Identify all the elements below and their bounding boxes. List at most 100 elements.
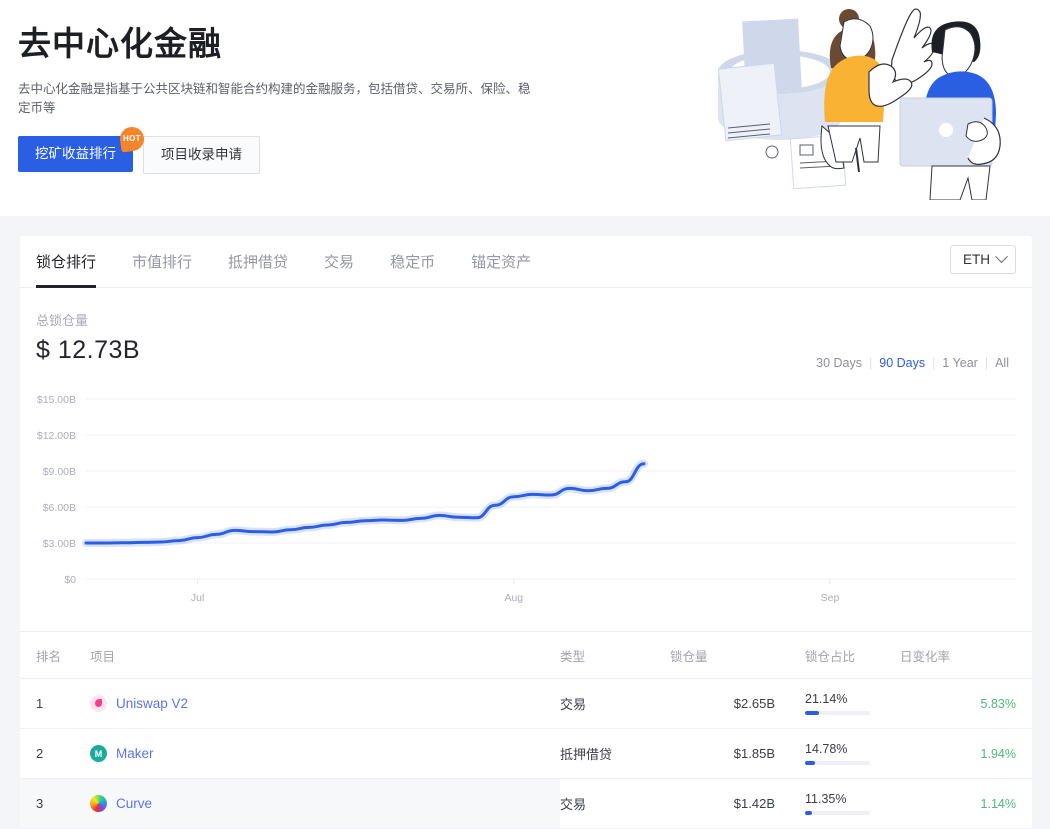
tvl-line	[84, 462, 646, 545]
share-progress-fill	[805, 711, 819, 715]
hero-button-group: 挖矿收益排行 HOT 项目收录申请	[18, 125, 560, 174]
cell-change: 5.83%	[900, 678, 1032, 729]
cell-tvl: $2.65B	[670, 678, 775, 729]
tab-collateral-lending[interactable]: 抵押借贷	[228, 236, 288, 288]
mining-ranking-button[interactable]: 挖矿收益排行 HOT	[18, 125, 146, 172]
x-tick-label: Jul	[191, 592, 204, 604]
share-percent: 21.14%	[805, 692, 848, 706]
hot-badge-icon: HOT	[118, 125, 146, 153]
maker-icon: M	[90, 745, 107, 762]
share-percent: 14.78%	[805, 742, 848, 756]
tab-lockup-ranking-label: 锁仓排行	[36, 254, 97, 271]
y-tick-label: $0	[64, 574, 76, 586]
project-submit-label: 项目收录申请	[161, 147, 242, 162]
tab-collateral-lending-label: 抵押借贷	[228, 254, 289, 271]
cell-share: 14.78%	[775, 728, 900, 779]
cell-type: 交易	[560, 778, 670, 829]
cell-change: 1.14%	[900, 778, 1032, 829]
tab-marketcap-ranking[interactable]: 市值排行	[132, 236, 192, 288]
x-tick-label: Aug	[504, 592, 523, 604]
cell-type: 抵押借贷	[560, 728, 670, 779]
chain-select[interactable]: ETH	[950, 245, 1016, 274]
table-body: 1 Uniswap V2 交易 $2.65B 21.14% 5.83% 2 M Maker 抵押借…	[20, 678, 1032, 829]
share-percent: 11.35%	[805, 792, 847, 806]
tab-marketcap-ranking-label: 市值排行	[132, 254, 193, 271]
share-progress-fill	[805, 811, 813, 815]
tab-lockup-ranking[interactable]: 锁仓排行	[36, 236, 97, 288]
cell-tvl: $1.85B	[670, 728, 775, 779]
y-tick-label: $12.00B	[37, 430, 76, 442]
share-progress-bar	[805, 711, 870, 715]
tvl-line-glow	[82, 459, 648, 547]
cell-rank: 2	[20, 728, 90, 779]
y-tick-label: $9.00B	[43, 466, 76, 478]
col-tvl: 锁仓量	[670, 631, 775, 679]
tab-pegged-assets-label: 锚定资产	[471, 254, 532, 271]
col-project: 项目	[90, 631, 560, 679]
illustration-man	[868, 21, 1001, 201]
cell-share: 11.35%	[775, 778, 900, 829]
hero-illustration	[692, 0, 1042, 201]
project-cell: M Maker	[90, 745, 560, 762]
hero-banner: 去中心化金融 去中心化金融是指基于公共区块链和智能合约构建的金融服务，包括借贷、…	[0, 0, 1050, 216]
project-link[interactable]: Curve	[116, 796, 152, 811]
table-row[interactable]: 3 Curve 交易 $1.42B 11.35% 1.14%	[20, 778, 1032, 829]
ranking-table: 排名 项目 类型 锁仓量 锁仓占比 日变化率 1 Uniswap V2 交易 $2.6…	[20, 631, 1032, 829]
y-tick-label: $6.00B	[43, 502, 76, 514]
mining-ranking-label: 挖矿收益排行	[35, 146, 116, 161]
y-tick-label: $15.00B	[37, 394, 76, 406]
table-head: 排名 项目 类型 锁仓量 锁仓占比 日变化率	[20, 631, 1032, 679]
tvl-chart[interactable]: $0 $3.00B $6.00B $9.00B $12.00B $15.00B Jul Aug…	[20, 377, 1032, 627]
change-value: 5.83%	[980, 697, 1016, 711]
table-row[interactable]: 2 M Maker 抵押借贷 $1.85B 14.78% 1.94%	[20, 728, 1032, 779]
col-share: 锁仓占比	[775, 631, 900, 679]
project-cell: Curve	[90, 795, 560, 812]
range-90-days[interactable]: 90 Days	[872, 356, 932, 370]
cell-rank: 1	[20, 678, 90, 729]
change-value: 1.94%	[980, 747, 1016, 761]
col-change: 日变化率	[900, 631, 1032, 679]
range-selector: 30 Days | 90 Days | 1 Year | All	[809, 356, 1016, 370]
page-description: 去中心化金融是指基于公共区块链和智能合约构建的金融服务，包括借贷、交易所、保险、…	[18, 82, 531, 115]
uniswap-icon	[90, 695, 107, 712]
total-locked-label: 总锁仓量	[36, 313, 89, 328]
hero-text-block: 去中心化金融 去中心化金融是指基于公共区块链和智能合约构建的金融服务，包括借贷、…	[0, 0, 560, 174]
hot-badge-label: HOT	[123, 134, 141, 144]
cell-share: 21.14%	[775, 678, 900, 729]
project-link[interactable]: Uniswap V2	[116, 696, 188, 711]
cell-rank: 3	[20, 778, 90, 829]
table-header-row: 排名 项目 类型 锁仓量 锁仓占比 日变化率	[20, 631, 1032, 679]
cell-tvl: $1.42B	[670, 778, 775, 829]
project-link[interactable]: Maker	[116, 746, 154, 761]
table-row[interactable]: 1 Uniswap V2 交易 $2.65B 21.14% 5.83%	[20, 678, 1032, 729]
col-type: 类型	[560, 631, 670, 679]
tab-trading[interactable]: 交易	[324, 236, 354, 288]
change-value: 1.14%	[980, 797, 1016, 811]
defi-panel: 锁仓排行 市值排行 抵押借贷 交易 稳定币 锚定资产 ETH 总锁仓量 $ 12…	[20, 236, 1032, 829]
tab-stablecoin[interactable]: 稳定币	[390, 236, 435, 288]
cell-project: Uniswap V2	[90, 678, 560, 729]
tab-trading-label: 交易	[324, 254, 355, 271]
x-tick-label: Sep	[821, 592, 840, 604]
chevron-down-icon	[995, 250, 1008, 264]
share-progress-bar	[805, 761, 870, 765]
cell-project: M Maker	[90, 728, 560, 779]
cell-change: 1.94%	[900, 728, 1032, 779]
col-rank: 排名	[20, 631, 90, 679]
page-title: 去中心化金融	[18, 25, 222, 62]
range-1-year[interactable]: 1 Year	[935, 356, 984, 370]
range-30-days[interactable]: 30 Days	[809, 356, 869, 370]
cell-project: Curve	[90, 778, 560, 829]
tab-pegged-assets[interactable]: 锚定资产	[471, 236, 531, 288]
y-tick-label: $3.00B	[43, 538, 76, 550]
chain-select-value: ETH	[963, 252, 990, 267]
tab-stablecoin-label: 稳定币	[390, 254, 436, 271]
range-all[interactable]: All	[988, 356, 1016, 370]
summary-block: 总锁仓量 $ 12.73B 30 Days | 90 Days | 1 Year…	[20, 288, 1032, 370]
project-cell: Uniswap V2	[90, 695, 560, 712]
project-submit-button[interactable]: 项目收录申请	[143, 136, 260, 174]
share-progress-bar	[805, 811, 870, 815]
curve-icon	[90, 795, 107, 812]
cell-type: 交易	[560, 678, 670, 729]
share-progress-fill	[805, 761, 815, 765]
